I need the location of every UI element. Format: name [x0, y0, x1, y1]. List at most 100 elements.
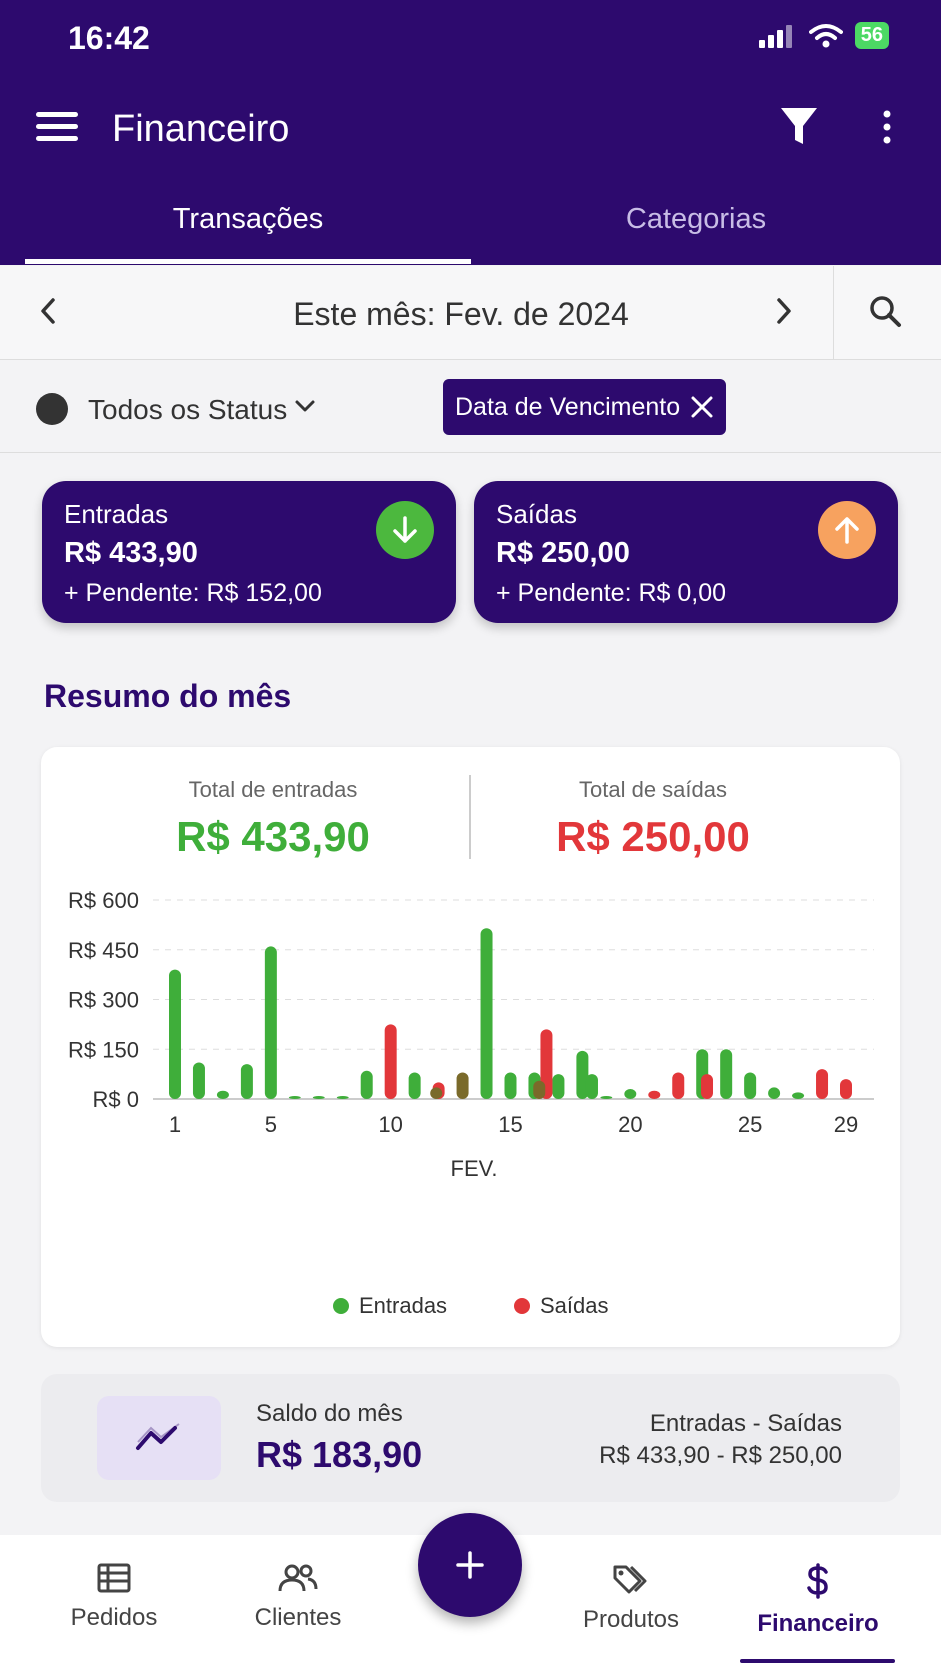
income-summary-card[interactable]: Entradas R$ 433,90 + Pendente: R$ 152,00: [42, 481, 456, 623]
x-tick-label: 25: [738, 1112, 762, 1137]
trend-icon: [97, 1396, 221, 1480]
x-tick-label: 20: [618, 1112, 642, 1137]
page-title: Financeiro: [112, 108, 290, 150]
legend-marker: [514, 1298, 530, 1314]
x-tick-label: 15: [498, 1112, 522, 1137]
bar: [480, 928, 493, 1099]
section-title: Resumo do mês: [44, 678, 292, 714]
chevron-left-icon: [41, 298, 55, 324]
status-time: 16:42: [68, 20, 150, 56]
chip-label: Data de Vencimento: [455, 392, 681, 421]
bar: [768, 1087, 781, 1099]
tab-indicator: [25, 259, 471, 264]
bar: [672, 1072, 685, 1099]
bar: [648, 1090, 661, 1099]
battery-indicator: 56: [854, 22, 889, 49]
people-icon: [278, 1564, 318, 1592]
bar: [840, 1079, 852, 1099]
x-axis-label: FEV.: [451, 1156, 498, 1181]
plus-icon: [456, 1551, 484, 1579]
y-tick-label: R$ 300: [68, 988, 139, 1013]
x-tick-label: 5: [265, 1112, 277, 1137]
bar: [504, 1072, 517, 1099]
bar: [288, 1096, 301, 1099]
bar: [336, 1096, 349, 1099]
income-card-amount: R$ 433,90: [64, 537, 198, 569]
bar: [264, 946, 277, 1099]
bar: [552, 1074, 565, 1099]
filter-button[interactable]: [779, 106, 819, 153]
legend-label: Saídas: [540, 1293, 609, 1318]
more-options-button[interactable]: [881, 110, 893, 149]
chevron-down-icon: [295, 400, 315, 412]
tab-transacoes[interactable]: Transações: [25, 203, 471, 236]
add-button[interactable]: [418, 1513, 522, 1617]
balance-formula-label: Entradas - Saídas: [649, 1410, 842, 1437]
expense-summary-card[interactable]: Saídas R$ 250,00 + Pendente: R$ 0,00: [474, 481, 898, 623]
bar: [360, 1070, 373, 1099]
income-expense-chart: R$ 0R$ 150R$ 300R$ 450R$ 6001 5 10 15 20 25 29…: [68, 888, 874, 1318]
filter-row: Todos os Status Data de Vencimento: [0, 361, 941, 453]
filter-icon: [781, 108, 817, 144]
bar: [600, 1096, 613, 1099]
y-tick-label: R$ 450: [68, 938, 139, 963]
bar: [533, 1080, 546, 1099]
date-navigator: Este mês: Fev. de 2024: [0, 266, 941, 360]
nav-label: Pedidos: [70, 1604, 158, 1631]
nav-item-pedidos[interactable]: Pedidos: [34, 1563, 194, 1632]
y-tick-label: R$ 600: [68, 888, 139, 913]
nav-label: Financeiro: [757, 1610, 879, 1637]
bar: [192, 1062, 205, 1099]
nav-item-clientes[interactable]: Clientes: [218, 1563, 378, 1632]
menu-button[interactable]: [36, 112, 78, 144]
month-summary-card: Total de entradas R$ 433,90 Total de saí…: [41, 747, 900, 1347]
x-tick-label: 10: [378, 1112, 402, 1137]
expense-card-pending: + Pendente: R$ 0,00: [496, 579, 727, 607]
bar: [169, 969, 181, 1099]
bar: [585, 1074, 598, 1099]
balance-card: Saldo do mês R$ 183,90 Entradas - Saídas…: [41, 1374, 900, 1502]
date-range-label[interactable]: Este mês: Fev. de 2024: [96, 296, 826, 333]
y-tick-label: R$ 0: [93, 1087, 139, 1112]
due-date-filter-chip[interactable]: Data de Vencimento: [443, 379, 727, 435]
bar: [456, 1072, 469, 1099]
nav-item-produtos[interactable]: Produtos: [551, 1563, 711, 1634]
tab-categorias[interactable]: Categorias: [473, 203, 919, 236]
list-icon: [97, 1563, 131, 1593]
status-icons: 56: [757, 22, 889, 49]
search-button[interactable]: [868, 294, 902, 333]
wifi-icon: [808, 23, 843, 47]
arrow-down-icon: [376, 501, 434, 559]
status-dot: [36, 393, 68, 425]
x-tick-label: 29: [834, 1112, 858, 1137]
dollar-icon: [807, 1563, 828, 1599]
previous-month-button[interactable]: [36, 294, 60, 333]
next-month-button[interactable]: [772, 294, 796, 333]
bar: [792, 1092, 805, 1099]
y-tick-label: R$ 150: [68, 1037, 139, 1062]
bar: [701, 1074, 714, 1099]
income-card-pending: + Pendente: R$ 152,00: [64, 579, 322, 607]
status-filter-dropdown[interactable]: Todos os Status: [88, 394, 287, 426]
more-vertical-icon: [883, 110, 891, 144]
nav-label: Produtos: [582, 1606, 680, 1633]
income-card-title: Entradas: [64, 499, 169, 529]
balance-formula-value: R$ 433,90 - R$ 250,00: [599, 1442, 842, 1469]
close-icon[interactable]: [690, 395, 714, 419]
bar: [408, 1072, 421, 1099]
expense-card-title: Saídas: [496, 499, 577, 529]
status-filter-chevron[interactable]: [294, 398, 316, 421]
bar: [384, 1024, 397, 1099]
app-header: 16:42 56 Financeiro Transações Categoria…: [0, 0, 941, 265]
legend-marker: [333, 1298, 349, 1314]
bar: [816, 1069, 829, 1099]
bar: [624, 1089, 637, 1099]
legend-label: Entradas: [359, 1293, 447, 1318]
search-icon: [870, 296, 901, 327]
balance-value: R$ 183,90: [256, 1434, 423, 1475]
bar: [312, 1096, 325, 1099]
bar: [720, 1049, 733, 1099]
signal-icon: [758, 24, 792, 48]
x-tick-label: 1: [169, 1112, 181, 1137]
nav-item-financeiro[interactable]: Financeiro: [738, 1563, 898, 1638]
